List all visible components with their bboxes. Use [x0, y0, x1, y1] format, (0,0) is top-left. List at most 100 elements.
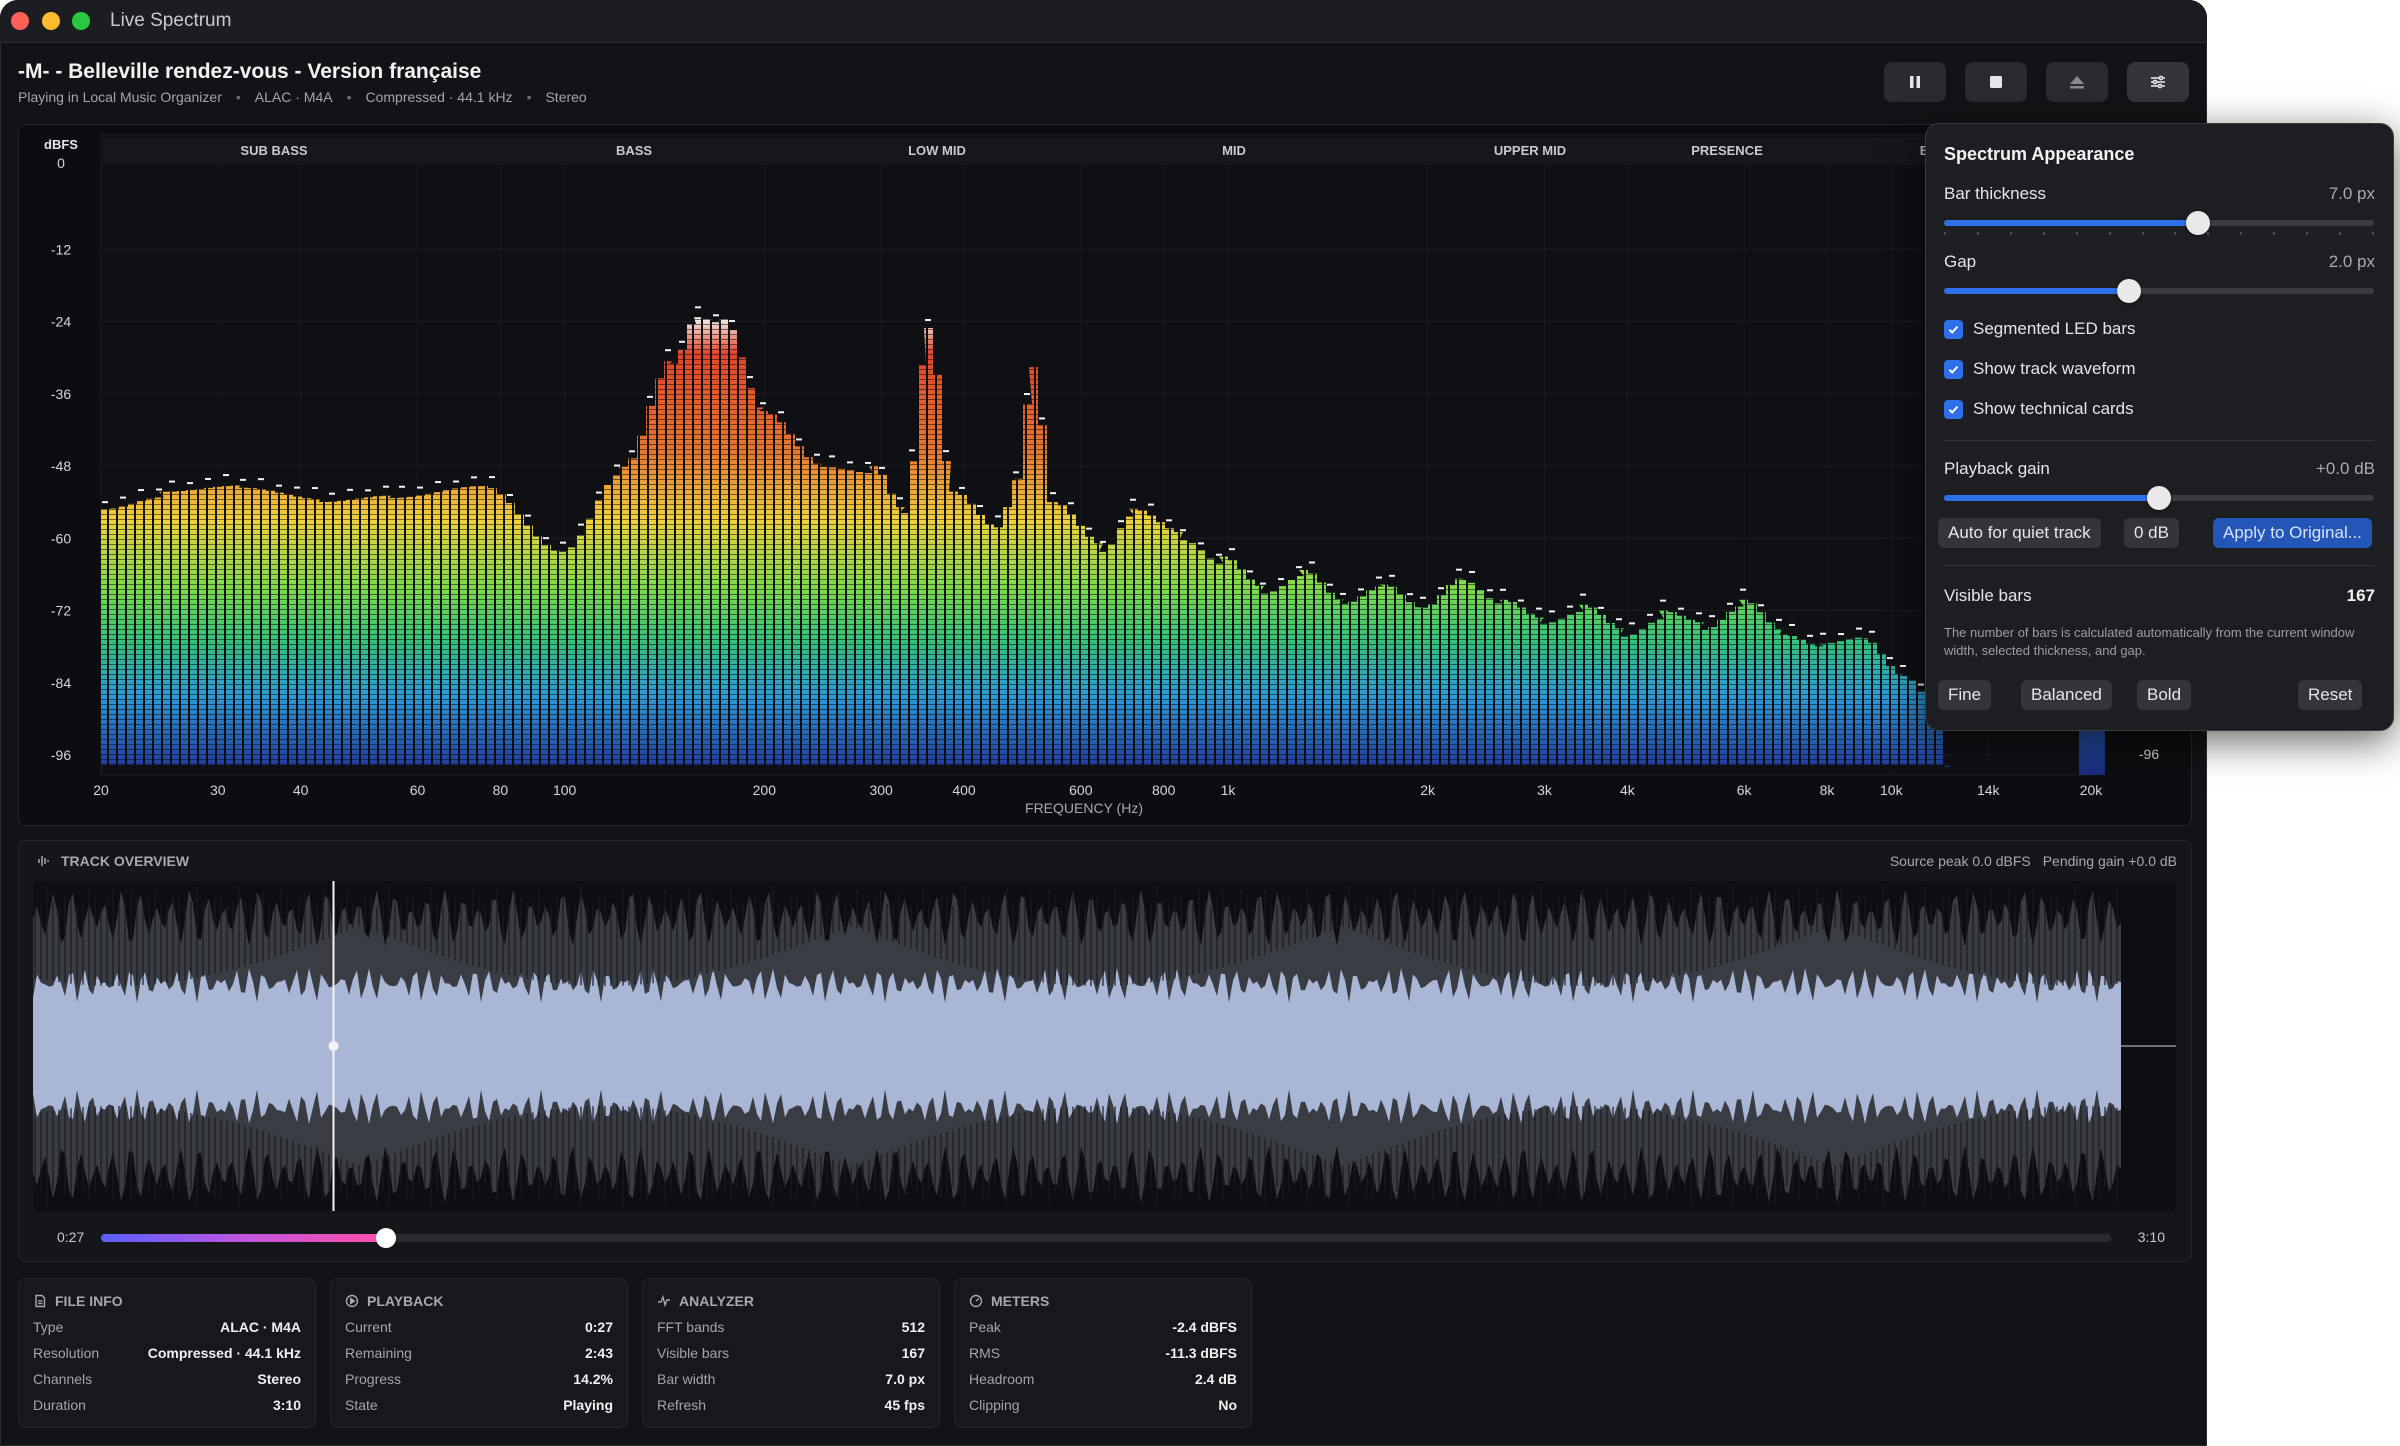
peak-marker — [1327, 583, 1333, 586]
peak-marker — [1456, 568, 1462, 571]
zero-db-button[interactable]: 0 dB — [2124, 518, 2179, 548]
show-technical-cards-checkbox[interactable]: Show technical cards — [1944, 399, 2134, 419]
peak-marker — [1696, 612, 1702, 615]
peak-marker — [1198, 542, 1204, 545]
peak-marker — [1869, 630, 1875, 633]
checkmark-icon — [1944, 399, 1963, 419]
meta-source: Playing in Local Music Organizer — [18, 89, 222, 105]
row-value: -11.3 dBFS — [1165, 1345, 1237, 1361]
row-value: 14.2% — [573, 1371, 613, 1387]
minimize-window-button[interactable] — [42, 12, 60, 30]
spectrum-panel: SUB BASS BASS LOW MID MID UPPER MID PRESENCE B… — [18, 124, 2192, 826]
row-key: Channels — [33, 1371, 93, 1387]
band-label: PRESENCE — [1691, 143, 1763, 158]
row-key: Progress — [345, 1371, 402, 1387]
info-row: Headroom 2.4 dB — [969, 1371, 1237, 1387]
db-tick-labels: 0 -12 -24 -36 -48 -60 -72 -84 -96 — [51, 155, 71, 763]
peak-marker — [169, 480, 175, 483]
preset-fine-button[interactable]: Fine — [1938, 680, 1992, 710]
peak-marker — [729, 320, 735, 323]
waveform-view[interactable] — [33, 881, 2176, 1211]
frequency-tick-label: 2k — [1420, 782, 1436, 798]
peak-marker — [1887, 657, 1893, 660]
peak-marker — [1013, 471, 1019, 474]
peak-marker — [1039, 417, 1045, 420]
apply-to-original-button[interactable]: Apply to Original... — [2213, 518, 2372, 548]
row-value: Compressed · 44.1 kHz — [147, 1345, 301, 1361]
zoom-window-button[interactable] — [72, 12, 90, 30]
peak-marker — [120, 496, 126, 499]
info-row: Duration 3:10 — [33, 1397, 301, 1413]
visible-bars-value: 167 — [2346, 586, 2375, 605]
waveform-body — [33, 967, 2121, 1125]
playback-title: PLAYBACK — [367, 1293, 444, 1309]
peak-marker — [1148, 503, 1154, 506]
peak-marker — [1438, 587, 1444, 590]
peak-marker — [312, 487, 318, 490]
preset-balanced-button[interactable]: Balanced — [2021, 680, 2112, 710]
app-window: Live Spectrum -M- - Belleville rendez-vo… — [0, 0, 2207, 1446]
close-window-button[interactable] — [11, 12, 29, 30]
peak-marker — [1216, 553, 1222, 556]
slider-knob[interactable] — [2116, 279, 2141, 303]
auto-gain-button[interactable]: Auto for quiet track — [1938, 518, 2101, 548]
peak-marker — [1789, 623, 1795, 626]
bar-thickness-slider[interactable] — [1944, 211, 2374, 235]
eject-icon — [2070, 76, 2084, 89]
peak-marker — [399, 485, 405, 488]
peak-marker — [959, 486, 965, 489]
peak-marker — [747, 376, 753, 379]
segmented-led-checkbox[interactable]: Segmented LED bars — [1944, 319, 2136, 339]
track-meta: Playing in Local Music Organizer • ALAC ·… — [18, 89, 587, 105]
peak-marker — [596, 491, 602, 494]
analyzer-header: ANALYZER — [657, 1293, 754, 1309]
waveform-icon — [38, 856, 49, 866]
divider — [1944, 440, 2374, 441]
info-row: FFT bands 512 — [657, 1319, 925, 1335]
preset-bold-button[interactable]: Bold — [2137, 680, 2192, 710]
frequency-axis-label: FREQUENCY (Hz) — [1025, 800, 1143, 816]
stop-button[interactable] — [1965, 62, 2027, 102]
reset-button[interactable]: Reset — [2298, 680, 2363, 710]
peak-marker — [1536, 607, 1542, 610]
info-row: Current 0:27 — [345, 1319, 613, 1335]
peak-marker — [365, 489, 371, 492]
peak-marker — [614, 464, 620, 467]
peak-marker — [543, 537, 549, 540]
playhead-handle[interactable] — [328, 1041, 339, 1051]
info-row: Progress 14.2% — [345, 1371, 613, 1387]
peak-marker — [102, 501, 108, 504]
row-key: State — [345, 1397, 378, 1413]
document-icon — [35, 1294, 46, 1308]
peak-marker — [578, 523, 584, 526]
gap-value: 2.0 px — [2328, 252, 2375, 271]
frequency-tick-label: 10k — [1880, 782, 1904, 798]
activity-icon — [658, 1294, 670, 1308]
appearance-settings-button[interactable] — [2127, 62, 2189, 102]
gap-slider[interactable] — [1944, 279, 2374, 303]
progress-knob[interactable] — [376, 1228, 397, 1248]
total-time: 3:10 — [2137, 1229, 2165, 1245]
track-overview-title: TRACK OVERVIEW — [61, 853, 190, 869]
peak-marker — [995, 515, 1001, 518]
meta-format: ALAC · M4A — [254, 89, 333, 105]
peak-marker — [1260, 582, 1266, 585]
playback-header: PLAYBACK — [345, 1293, 444, 1309]
row-value: 45 fps — [884, 1397, 925, 1413]
pause-button[interactable] — [1884, 62, 1946, 102]
checkbox-label: Show technical cards — [1973, 399, 2134, 418]
eject-button[interactable] — [2046, 62, 2108, 102]
checkbox-label: Show track waveform — [1973, 359, 2136, 378]
row-key: Headroom — [969, 1371, 1035, 1387]
frequency-tick-label: 6k — [1737, 782, 1753, 798]
peak-marker — [1086, 527, 1092, 530]
meters-card: METERS Peak -2.4 dBFS RMS -11.3 dBFS Headr… — [954, 1278, 1252, 1428]
show-waveform-checkbox[interactable]: Show track waveform — [1944, 359, 2136, 379]
playback-gain-slider[interactable] — [1944, 486, 2374, 510]
visible-bars-note: The number of bars is calculated automat… — [1944, 625, 2355, 658]
row-value: 7.0 px — [885, 1371, 925, 1387]
progress-bar[interactable] — [101, 1228, 2111, 1248]
slider-knob[interactable] — [2147, 486, 2171, 510]
meters-header: METERS — [969, 1293, 1049, 1309]
row-value: Stereo — [257, 1371, 301, 1387]
